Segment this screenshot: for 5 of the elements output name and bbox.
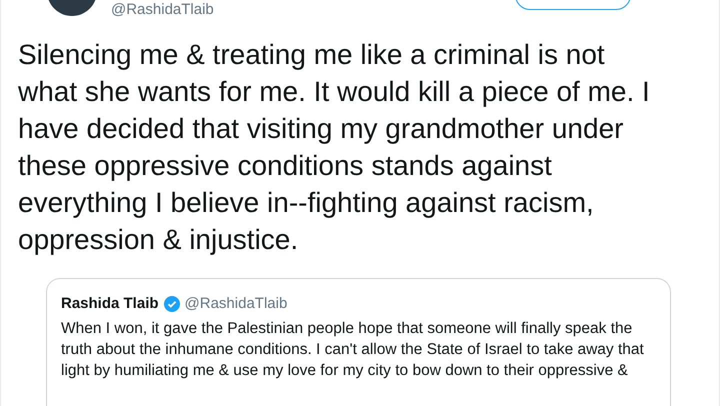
author-handle: @RashidaTlaib — [184, 294, 288, 314]
quoted-tweet-text: When I won, it gave the Palestinian people hope that someone will finally speak the truth about the inhumane conditions. I can't allow the State of Israel to take away that light by humiliating me & use my love for my city to bow down to their oppressive & — [61, 318, 645, 380]
author-name: Rashida Tlaib — [61, 294, 159, 314]
tweet-text: Silencing me & treating me like a criminal is not what she wants for me. It would kill a piece of me. I have decided that visiting my grandmother under these oppressive conditions stands against everything I believe in--fighting against racism, oppression & injustice. — [18, 38, 651, 257]
user-handle: @RashidaTlaib — [111, 0, 214, 20]
